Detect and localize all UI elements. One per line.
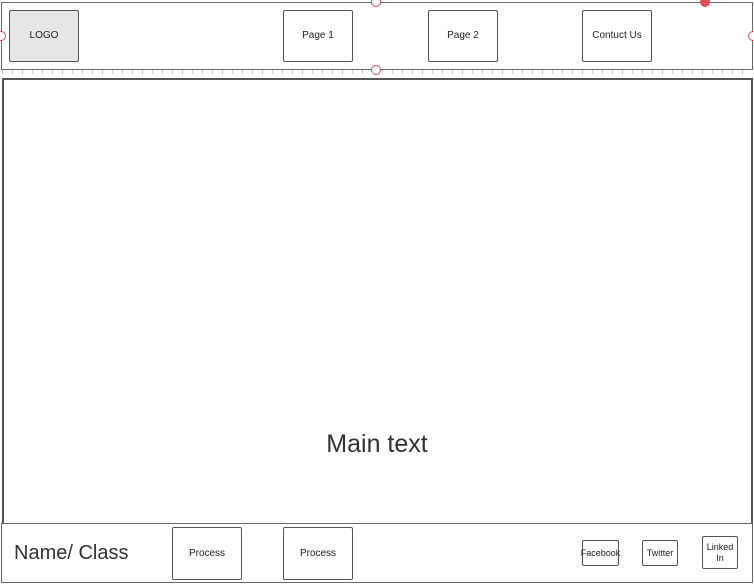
nav-contact-label: Contuct Us — [592, 30, 642, 42]
process-button-2-label: Process — [299, 547, 337, 559]
nav-contact-button[interactable]: Contuct Us — [582, 10, 652, 62]
nav-page1-button[interactable]: Page 1 — [283, 10, 353, 62]
nav-page2-label: Page 2 — [447, 30, 479, 42]
logo-label: LOGO — [29, 30, 59, 42]
footer-name-label: Name/ Class — [14, 542, 129, 564]
twitter-label: Twitter — [646, 547, 674, 558]
nav-page1-label: Page 1 — [302, 30, 334, 42]
wireframe-canvas: LOGO Page 1 Page 2 Contuct Us Main text … — [0, 0, 754, 584]
twitter-button[interactable]: Twitter — [642, 540, 678, 566]
main-text: Main text — [326, 430, 428, 458]
facebook-button[interactable]: Facebook — [580, 540, 621, 566]
nav-page2-button[interactable]: Page 2 — [428, 10, 498, 62]
linkedin-label: Linked In — [706, 542, 734, 563]
process-button-2[interactable]: Process — [283, 527, 353, 580]
facebook-label: Facebook — [580, 547, 621, 558]
process-button-1-label: Process — [188, 547, 226, 559]
process-button-1[interactable]: Process — [172, 527, 242, 580]
selection-handle-right[interactable] — [748, 31, 754, 41]
linkedin-button[interactable]: Linked In — [702, 536, 738, 569]
logo-box[interactable]: LOGO — [9, 10, 79, 62]
ruler-strip — [2, 70, 752, 78]
